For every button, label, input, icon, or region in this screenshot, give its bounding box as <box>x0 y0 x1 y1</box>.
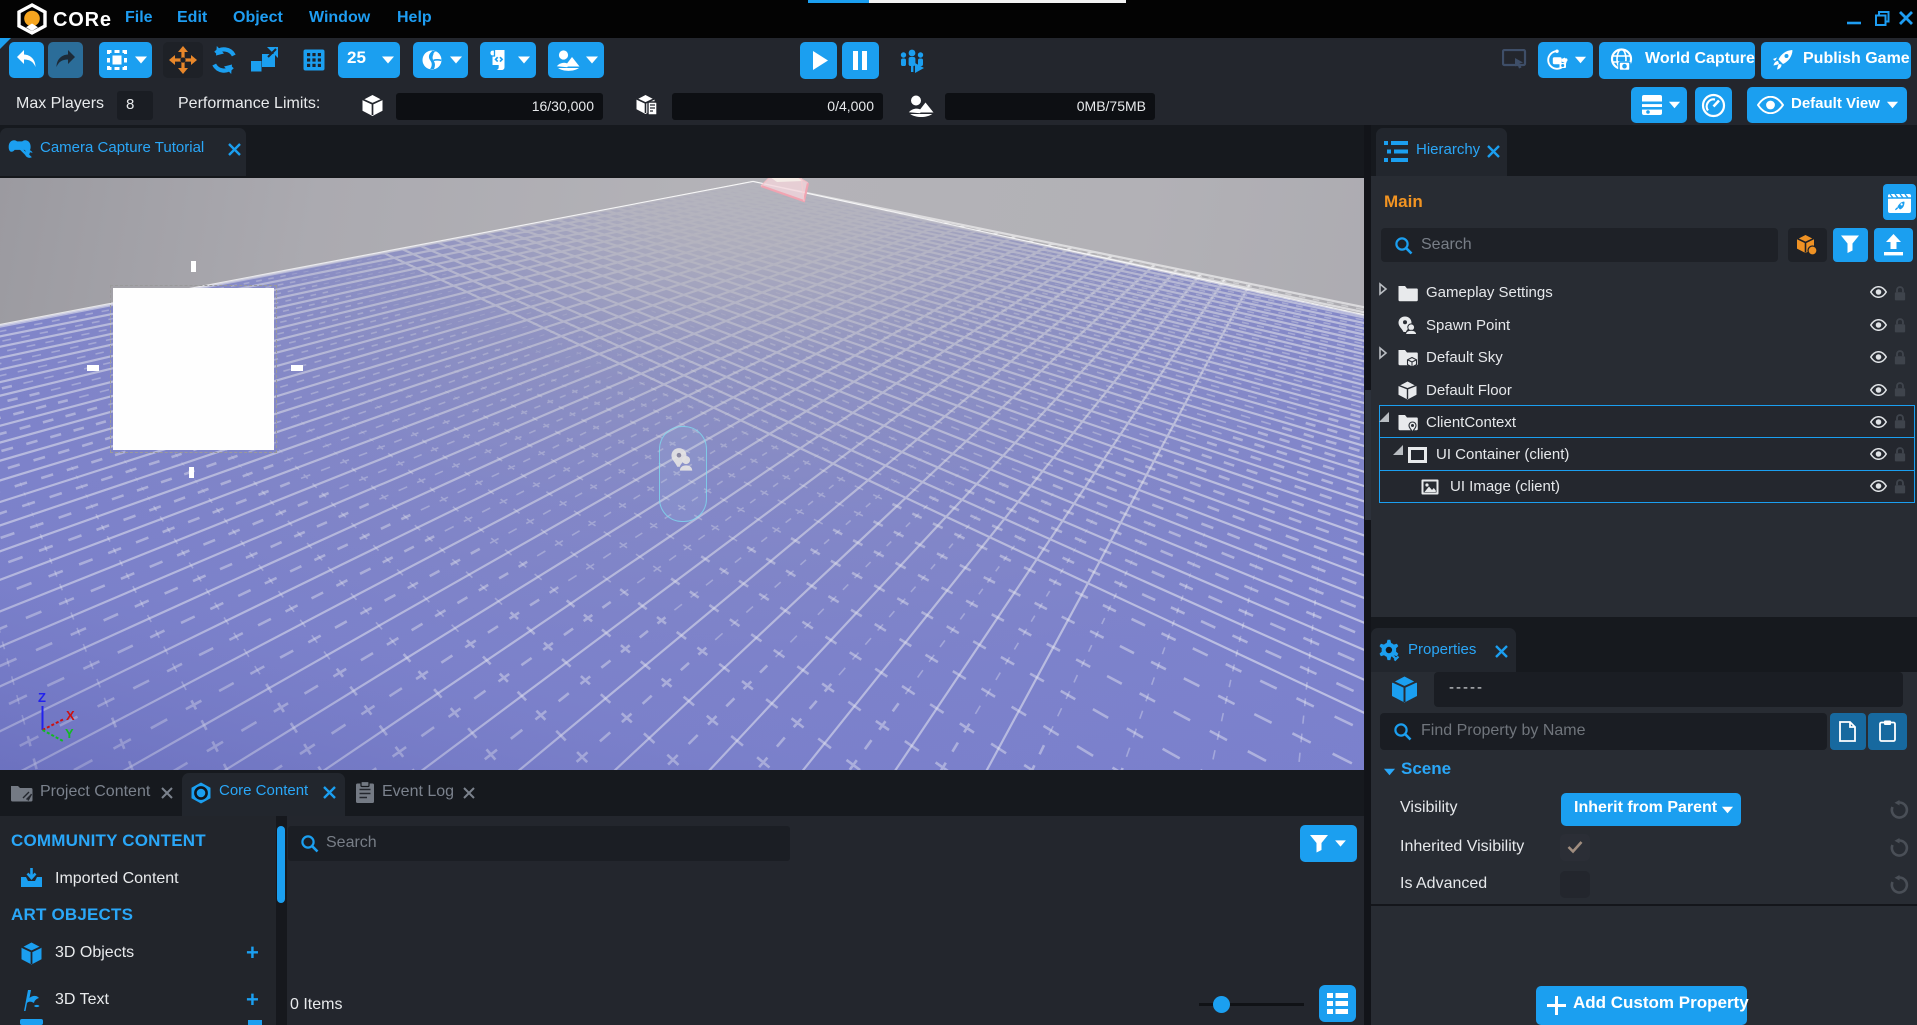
svg-text:Z: Z <box>38 690 46 705</box>
svg-text:X: X <box>66 708 75 723</box>
svg-text:Y: Y <box>65 726 74 741</box>
svg-text:CORe: CORe <box>53 9 112 31</box>
